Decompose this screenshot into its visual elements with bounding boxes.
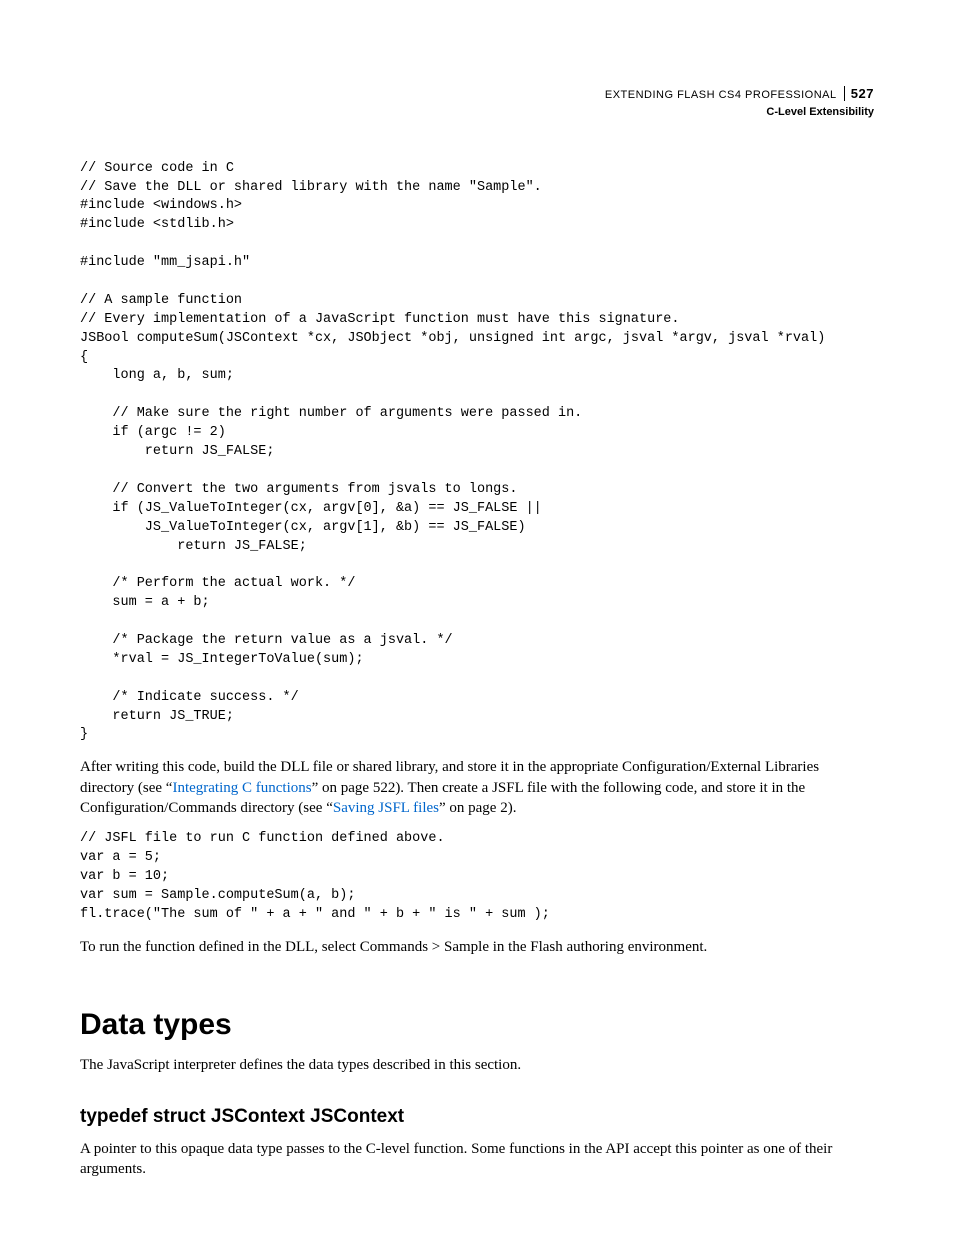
text-fragment: ” on page 2).: [439, 800, 516, 816]
paragraph-run-instructions: To run the function defined in the DLL, …: [80, 937, 874, 957]
link-saving-jsfl-files[interactable]: Saving JSFL files: [333, 800, 439, 816]
page-number: 527: [844, 86, 874, 101]
header-title-line: EXTENDING FLASH CS4 PROFESSIONAL 527: [80, 85, 874, 103]
subsection-heading-jscontext: typedef struct JSContext JSContext: [80, 1104, 874, 1130]
code-block-c-source: // Source code in C // Save the DLL or s…: [80, 160, 874, 746]
book-title: EXTENDING FLASH CS4 PROFESSIONAL: [605, 89, 836, 101]
paragraph-build-instructions: After writing this code, build the DLL f…: [80, 757, 874, 818]
section-heading-data-types: Data types: [80, 1005, 874, 1046]
subsection-body-jscontext: A pointer to this opaque data type passe…: [80, 1139, 874, 1180]
code-block-jsfl: // JSFL file to run C function defined a…: [80, 830, 874, 924]
section-intro: The JavaScript interpreter defines the d…: [80, 1055, 874, 1075]
link-integrating-c-functions[interactable]: Integrating C functions: [172, 780, 311, 796]
page-header: EXTENDING FLASH CS4 PROFESSIONAL 527 C-L…: [80, 85, 874, 120]
chapter-name: C-Level Extensibility: [80, 105, 874, 120]
